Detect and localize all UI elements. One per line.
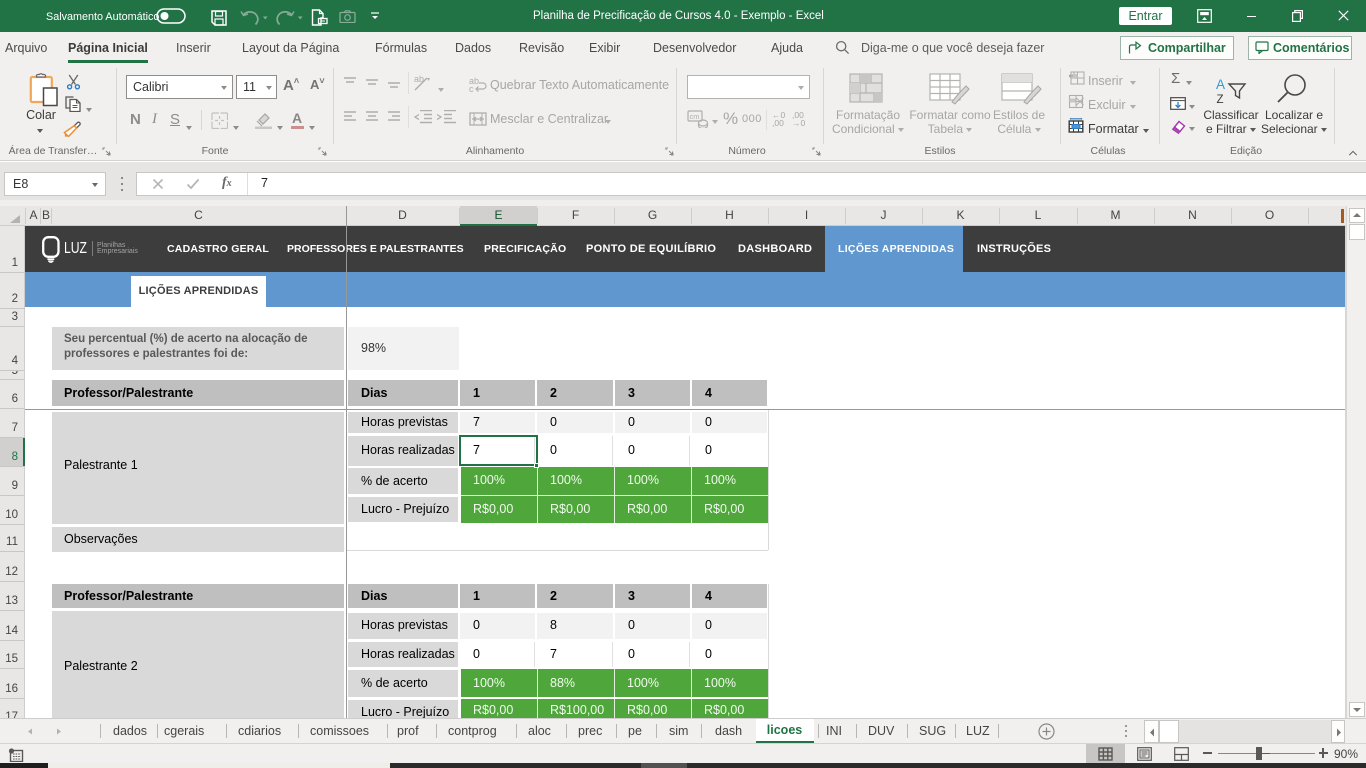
svg-text:LUZ: LUZ	[64, 241, 87, 255]
svg-text:ab: ab	[414, 74, 424, 84]
svg-text:Z: Z	[1217, 94, 1224, 106]
svg-text:A: A	[1216, 77, 1225, 92]
svg-text:c: c	[469, 84, 474, 92]
svg-text:cm: cm	[690, 112, 700, 121]
